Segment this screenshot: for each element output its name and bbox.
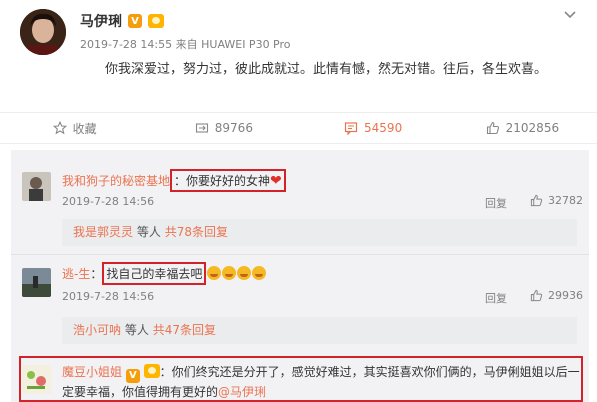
thumbs-up-icon (486, 121, 499, 135)
chevron-down-icon[interactable] (563, 8, 577, 22)
commenter-avatar[interactable] (22, 365, 51, 394)
comment-time: 2019-7-28 14:56 (62, 195, 155, 208)
comment-item: 我和狗子的秘密基地 ：你要好好的女神❤ 2019-7-28 14:56 回复 32… (11, 150, 589, 248)
thumbs-up-icon (530, 289, 543, 302)
verified-badge-icon: V (128, 14, 142, 28)
reply-button[interactable]: 回复 (485, 195, 507, 211)
comment-like-button[interactable]: 29936 (530, 289, 583, 302)
post-action-bar: 收藏 89766 54590 2102856 (0, 112, 597, 144)
commenter-name[interactable]: 逃-生 (62, 267, 90, 281)
star-icon (52, 121, 67, 135)
commenter-name[interactable]: 我和狗子的秘密基地 (62, 174, 170, 188)
comment-text: 找自己的幸福去吧 (106, 267, 203, 281)
comment-body: 魔豆小姐姐 V ：你们终究还是分开了，感觉好难过，其实挺喜欢你们俩的，马伊俐姐姐… (62, 363, 580, 383)
sub-reply-middle: 等人 (124, 323, 149, 337)
post-meta: 2019-7-28 14:55 来自 HUAWEI P30 Pro (80, 38, 291, 51)
sub-reply-link[interactable]: 共78条回复 (165, 225, 228, 239)
comment-item: 魔豆小姐姐 V ：你们终究还是分开了，感觉好难过，其实挺喜欢你们俩的，马伊俐姐姐… (11, 356, 589, 402)
author-name[interactable]: 马伊琍 (80, 11, 122, 31)
sub-reply-summary[interactable]: 浩小可呐 等人 共47条回复 (62, 317, 577, 344)
like-button[interactable]: 2102856 (448, 113, 597, 143)
comment-time: 2019-7-28 14:56 (62, 290, 155, 303)
post-text: 你我深爱过，努力过，彼此成就过。此情有憾，然无对错。往后，各生欢喜。 (105, 62, 548, 77)
sub-reply-middle: 等人 (136, 225, 161, 239)
thumbs-up-icon (530, 194, 543, 207)
smile-emoji-icon (252, 266, 267, 280)
like-count: 2102856 (505, 121, 560, 135)
comment-like-count: 29936 (548, 289, 583, 302)
commenter-avatar[interactable] (22, 172, 51, 201)
comment-body: 我和狗子的秘密基地 ：你要好好的女神❤ (62, 169, 286, 192)
favorite-button[interactable]: 收藏 (0, 113, 149, 143)
comment-icon (344, 122, 358, 135)
member-crown-icon (148, 14, 164, 28)
sub-reply-user[interactable]: 浩小可呐 (73, 323, 121, 337)
comment-item: 逃-生： 找自己的幸福去吧 2019-7-28 14:56 回复 29936 浩小… (11, 254, 589, 350)
comment-like-button[interactable]: 32782 (530, 194, 583, 207)
comment-text-line1: ：你们终究还是分开了，感觉好难过，其实挺喜欢你们俩的，马伊俐姐姐以后一 (159, 365, 580, 379)
comment-list: 我和狗子的秘密基地 ：你要好好的女神❤ 2019-7-28 14:56 回复 32… (11, 150, 589, 402)
member-crown-icon (143, 364, 160, 378)
repost-count: 89766 (214, 121, 253, 135)
mention-link[interactable]: @马伊琍 (218, 385, 266, 399)
reply-button[interactable]: 回复 (485, 290, 507, 306)
highlighted-comment-text: ：你要好好的女神❤ (170, 169, 286, 192)
commenter-name[interactable]: 魔豆小姐姐 (62, 365, 122, 379)
author-avatar[interactable] (20, 9, 66, 55)
comment-body-line2: 定要幸福，你值得拥有更好的@马伊琍 (62, 383, 266, 400)
comment-count: 54590 (364, 121, 403, 135)
comment-body: 逃-生： 找自己的幸福去吧 (62, 262, 267, 285)
repost-icon (195, 123, 208, 133)
comment-button[interactable]: 54590 (299, 113, 448, 143)
sub-reply-user[interactable]: 我是郭灵灵 (73, 225, 133, 239)
smile-emoji-icon (222, 266, 237, 280)
commenter-avatar[interactable] (22, 268, 51, 297)
comment-text: 你要好好的女神 (186, 174, 271, 188)
heart-emoji-icon: ❤ (270, 173, 282, 189)
highlighted-comment-text: 找自己的幸福去吧 (102, 262, 207, 285)
sub-reply-link[interactable]: 共47条回复 (153, 323, 216, 337)
comment-text-line2: 定要幸福，你值得拥有更好的 (62, 385, 219, 399)
smile-emoji-icon (237, 266, 252, 280)
weibo-post: 马伊琍 V 2019-7-28 14:55 来自 HUAWEI P30 Pro … (0, 0, 597, 112)
smile-emoji-icon (207, 266, 222, 280)
repost-button[interactable]: 89766 (149, 113, 298, 143)
sub-reply-summary[interactable]: 我是郭灵灵 等人 共78条回复 (62, 219, 577, 246)
favorite-label: 收藏 (72, 121, 97, 136)
verified-badge-icon: V (125, 368, 140, 383)
comment-like-count: 32782 (548, 194, 583, 207)
